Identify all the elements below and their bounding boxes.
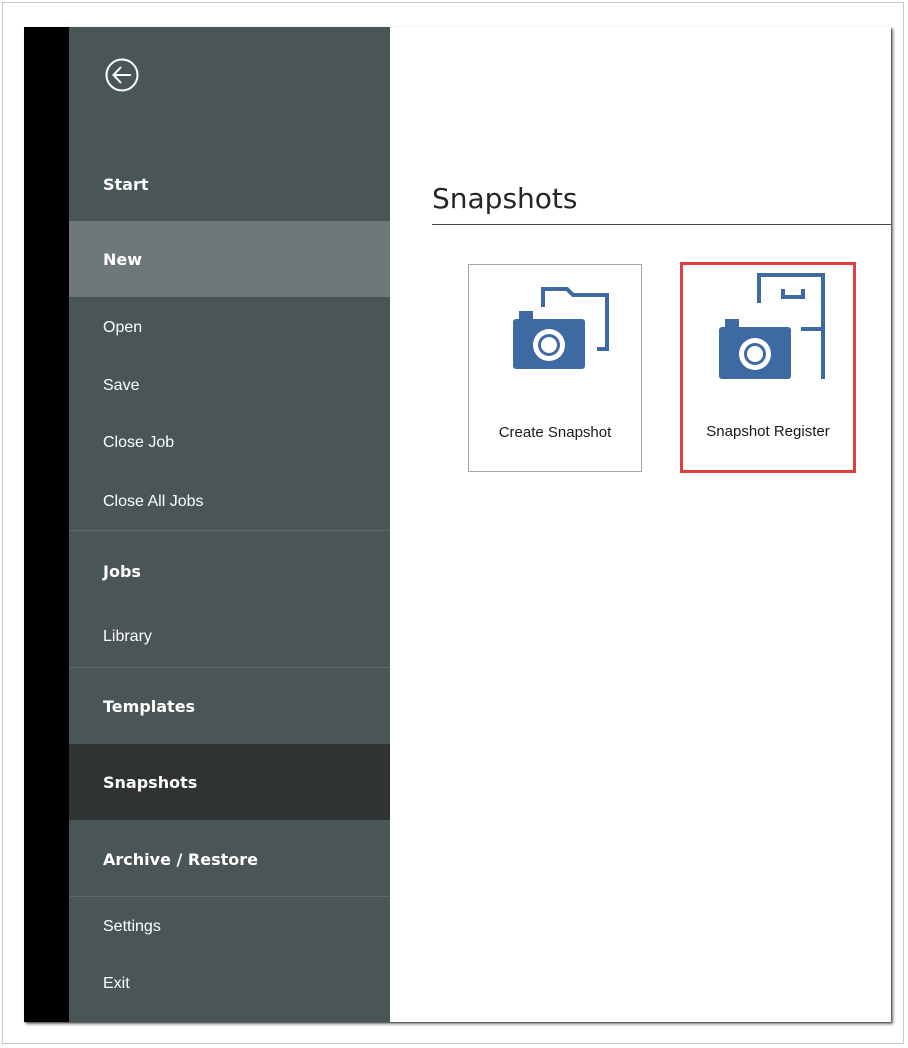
sidebar-item-exit[interactable]: Exit — [69, 965, 390, 1003]
sidebar-item-library[interactable]: Library — [69, 618, 390, 656]
sidebar-item-jobs[interactable]: Jobs — [69, 552, 390, 590]
sidebar-item-label: Exit — [103, 975, 130, 992]
sidebar-item-label: Jobs — [103, 561, 141, 581]
sidebar-item-snapshots[interactable]: Snapshots — [69, 744, 390, 820]
backstage-sidebar: Start New Open Save Close Job Close All … — [69, 27, 390, 1022]
tile-label: Snapshot Register — [706, 423, 830, 440]
sidebar-item-templates[interactable]: Templates — [69, 687, 390, 725]
sidebar-divider — [69, 896, 390, 897]
sidebar-item-label: Templates — [103, 696, 196, 716]
sidebar-item-archive-restore[interactable]: Archive / Restore — [69, 840, 390, 878]
sidebar-item-label: Close Job — [103, 434, 175, 451]
sidebar-item-settings[interactable]: Settings — [69, 908, 390, 946]
sidebar-item-close-all-jobs[interactable]: Close All Jobs — [69, 483, 390, 521]
title-divider — [432, 224, 891, 225]
sidebar-item-label: Save — [103, 377, 140, 394]
sidebar-divider — [69, 530, 390, 531]
sidebar-item-label: Snapshots — [103, 772, 198, 792]
sidebar-item-label: Close All Jobs — [103, 493, 204, 510]
camera-folder-icon — [513, 287, 609, 369]
sidebar-item-new[interactable]: New — [69, 221, 390, 297]
sidebar-divider — [69, 667, 390, 668]
page-title: Snapshots — [432, 182, 578, 215]
sidebar-item-close-job[interactable]: Close Job — [69, 424, 390, 462]
sidebar-item-save[interactable]: Save — [69, 367, 390, 405]
back-arrow-icon[interactable] — [105, 58, 139, 92]
sidebar-item-label: Library — [103, 628, 152, 645]
window-edge-strip — [24, 27, 69, 1022]
create-snapshot-button[interactable]: Create Snapshot — [468, 264, 642, 472]
tile-label: Create Snapshot — [498, 424, 612, 441]
sidebar-item-label: Settings — [103, 918, 161, 935]
snapshot-register-button[interactable]: Snapshot Register — [680, 262, 856, 473]
sidebar-item-label: Start — [103, 174, 149, 194]
sidebar-item-open[interactable]: Open — [69, 309, 390, 347]
app-window: Start New Open Save Close Job Close All … — [24, 27, 891, 1022]
sidebar-item-label: Archive / Restore — [103, 849, 258, 869]
sidebar-item-label: New — [103, 249, 143, 269]
sidebar-item-label: Open — [103, 319, 143, 336]
sidebar-item-start[interactable]: Start — [69, 165, 390, 203]
main-panel: Snapshots Create Snapshot Snapshot Regis… — [390, 27, 891, 1022]
camera-filing-cabinet-icon — [719, 273, 825, 379]
